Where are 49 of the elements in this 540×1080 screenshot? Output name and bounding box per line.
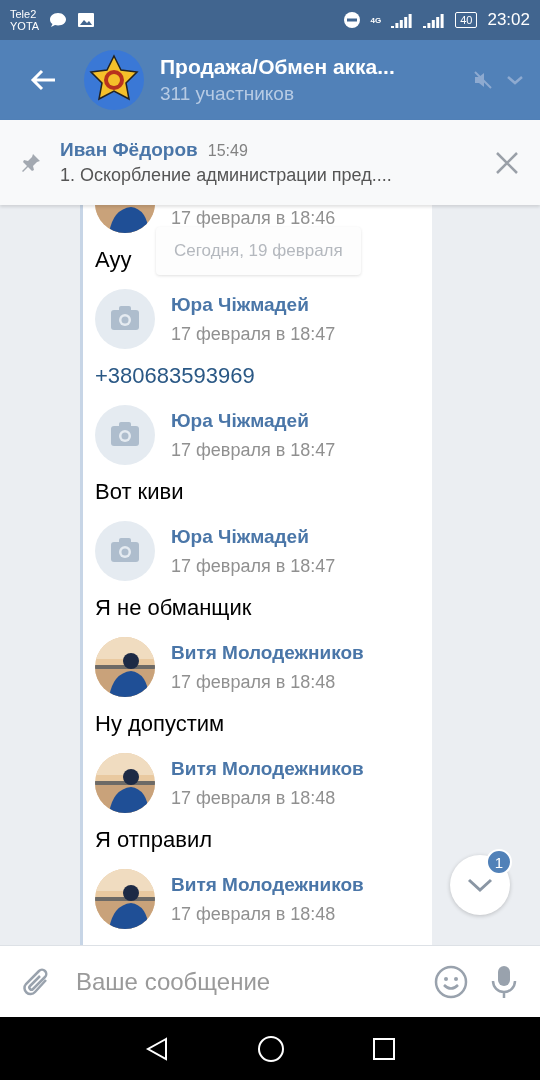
network-type: 4G [370, 15, 382, 25]
close-button[interactable] [494, 149, 520, 176]
home-circle-icon[interactable] [257, 1034, 285, 1063]
carrier-name: YOTA [10, 20, 40, 32]
pin-icon [20, 151, 42, 174]
star-logo-icon [84, 50, 144, 110]
camera-avatar [95, 405, 155, 465]
camera-avatar [95, 289, 155, 349]
author-name[interactable]: Юра Чіжмадей [171, 293, 336, 316]
message-time: 17 февраля в 18:48 [171, 903, 337, 925]
message-time: 17 февраля в 18:48 [171, 671, 337, 693]
signal-icon [423, 12, 446, 28]
author-name[interactable]: Витя Молодежников [171, 757, 364, 780]
message-time: 17 февраля в 18:47 [171, 439, 336, 461]
recents-square-icon[interactable] [372, 1036, 397, 1061]
message-text: Я не обманщик [95, 594, 252, 622]
author-name[interactable]: Витя Молодежников [171, 641, 364, 664]
author-name[interactable]: Витя Молодежников [171, 873, 364, 896]
scroll-down-button[interactable] [450, 855, 510, 915]
author-name[interactable]: Юра Чіжмадей [171, 409, 336, 432]
message-text: Я отправил [95, 826, 213, 854]
smiley-icon[interactable] [434, 964, 468, 999]
message-time: 17 февраля в 18:46 [171, 207, 336, 229]
message-time: 17 февраля в 18:47 [171, 323, 336, 345]
date-label: Сегодня, 19 февраля [156, 227, 361, 275]
message-time: 17 февраля в 18:47 [171, 555, 336, 577]
message-time: 17 февраля в 18:48 [171, 787, 337, 809]
member-count: 311 участников [160, 83, 296, 105]
author-name[interactable]: Юра Чіжмадей [171, 525, 336, 548]
message-text: Ну допустим [95, 710, 225, 738]
chat-title: Продажа/Обмен акка... [160, 55, 395, 79]
message-text: Ауу [95, 246, 132, 274]
battery-level: 40 [455, 12, 478, 28]
message-text: Вот киви [95, 478, 184, 506]
unread-badge: 1 [486, 849, 512, 875]
chevron-down-icon [466, 877, 494, 893]
do-not-disturb-icon [342, 11, 361, 29]
phone-link[interactable]: +380683593969 [95, 357, 255, 397]
carrier-name: Tele2 [10, 8, 38, 20]
signal-icon [391, 12, 414, 28]
chat-bubble-icon [49, 12, 68, 28]
pinned-time: 15:49 [207, 142, 248, 160]
pinned-message[interactable]: 1. Оскорбление администрации пред.... [60, 165, 476, 186]
clock: 23:02 [487, 10, 530, 30]
pinned-author: Иван Фёдоров [60, 139, 198, 161]
image-icon [77, 12, 96, 28]
microphone-icon[interactable] [490, 963, 518, 1000]
camera-avatar [95, 521, 155, 581]
message-input[interactable]: Ваше сообщение [74, 966, 412, 997]
